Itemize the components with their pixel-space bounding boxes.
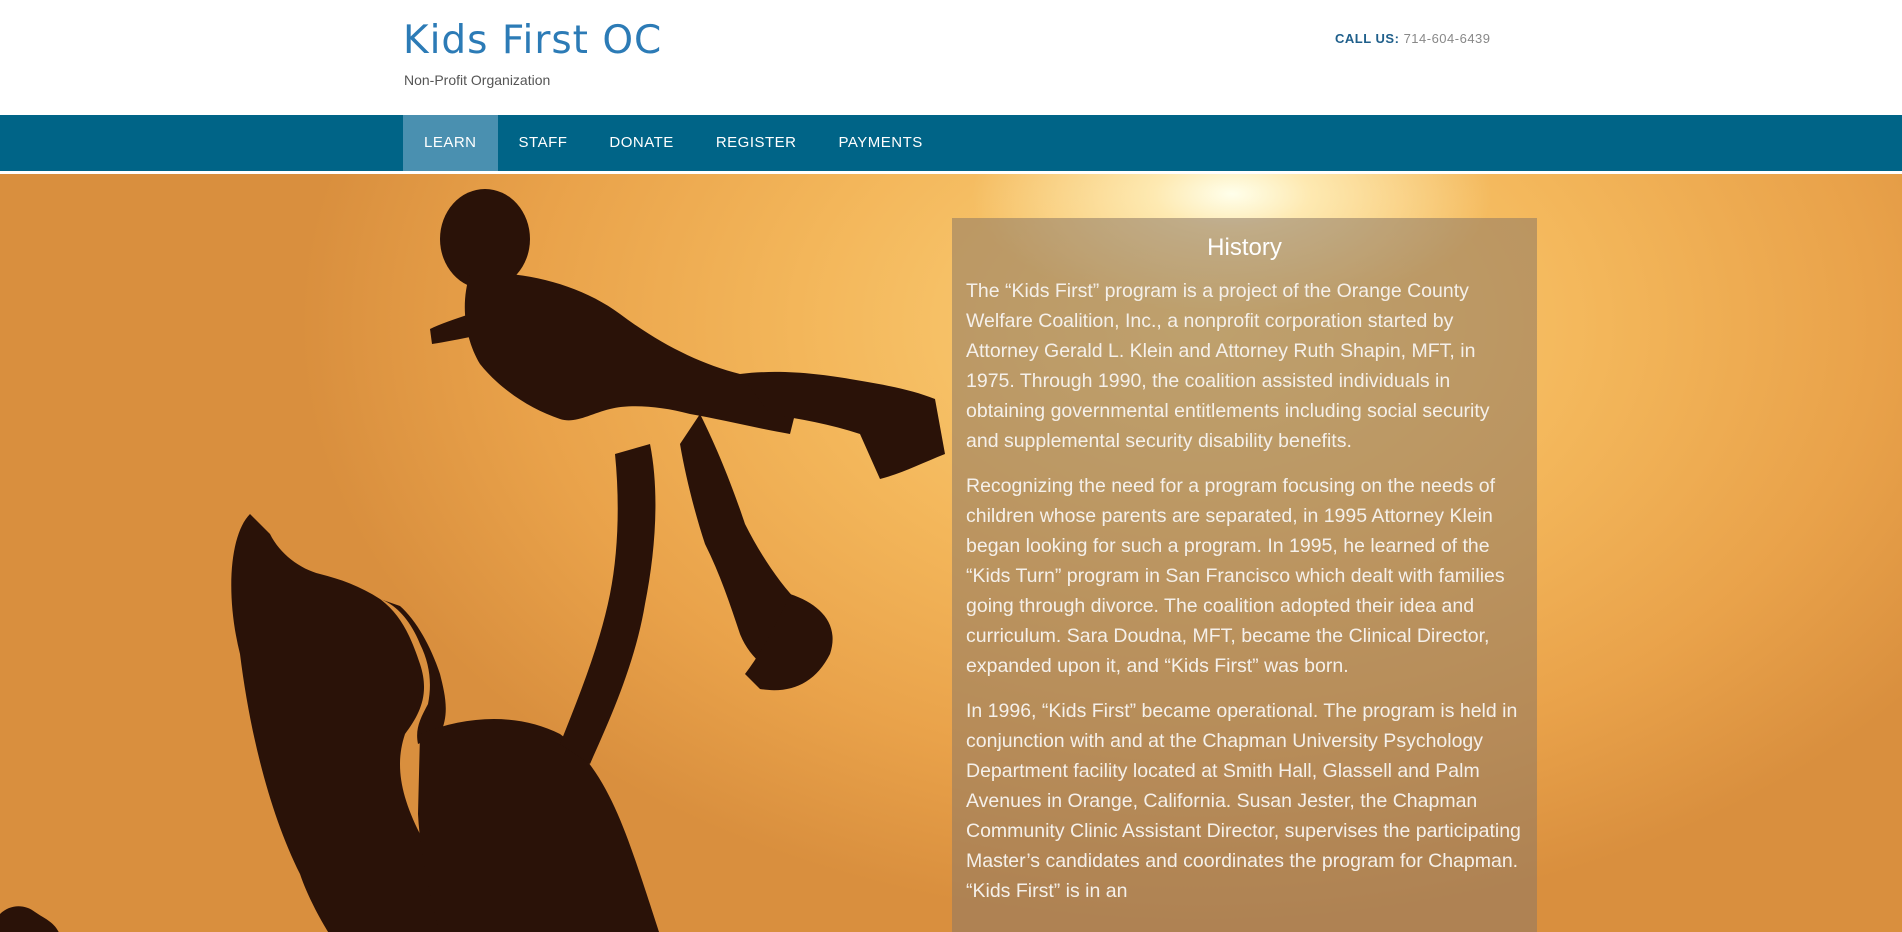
site-title[interactable]: Kids First OC [403, 18, 662, 63]
main-nav: LEARN STAFF DONATE REGISTER PAYMENTS [0, 115, 1902, 171]
nav-item-payments[interactable]: PAYMENTS [818, 115, 944, 171]
hero-image [0, 189, 945, 932]
history-panel: History The “Kids First” program is a pr… [952, 218, 1537, 932]
history-title: History [1207, 234, 1282, 261]
site-tagline: Non-Profit Organization [404, 72, 551, 88]
hero-section: History The “Kids First” program is a pr… [0, 171, 1902, 932]
history-paragraph-2: Recognizing the need for a program focus… [966, 475, 1505, 677]
nav-item-learn[interactable]: LEARN [403, 115, 498, 171]
history-paragraph-3: In 1996, “Kids First” became operational… [966, 700, 1521, 902]
nav-item-staff[interactable]: STAFF [498, 115, 589, 171]
call-us-label: CALL US: [1335, 31, 1400, 46]
history-paragraph-1: The “Kids First” program is a project of… [966, 280, 1490, 452]
nav-item-register[interactable]: REGISTER [695, 115, 818, 171]
nav-item-donate[interactable]: DONATE [588, 115, 694, 171]
mother-child-silhouette [0, 189, 945, 932]
phone-number[interactable]: 714-604-6439 [1404, 31, 1491, 46]
call-us: CALL US: 714-604-6439 [1335, 31, 1491, 46]
site-header: Kids First OC Non-Profit Organization CA… [0, 0, 1902, 115]
